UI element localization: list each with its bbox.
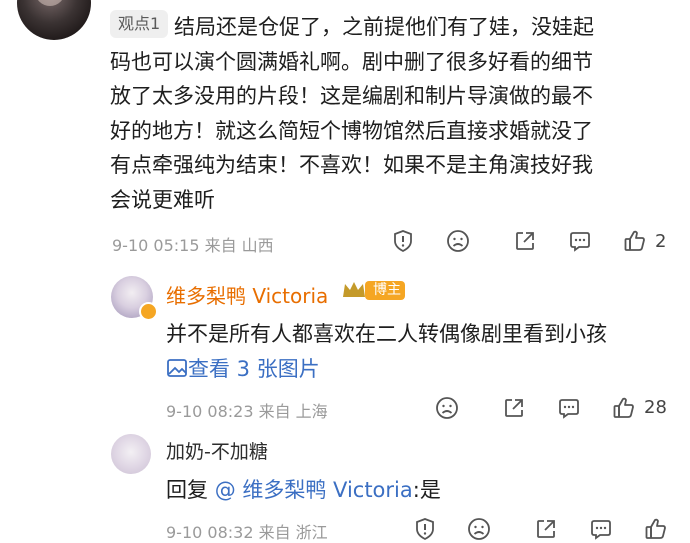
reply-username[interactable]: 维多梨鸭 Victoria	[166, 280, 328, 309]
share-icon[interactable]	[533, 516, 559, 542]
dislike-icon[interactable]	[466, 516, 492, 542]
report-icon[interactable]	[412, 516, 438, 542]
reply-username[interactable]: 加奶-不加糖	[166, 437, 268, 464]
image-icon	[166, 357, 188, 379]
dislike-icon[interactable]	[434, 395, 460, 421]
share-icon[interactable]	[512, 228, 538, 254]
avatar[interactable]	[17, 0, 91, 40]
comment-icon[interactable]	[556, 395, 582, 421]
dislike-icon[interactable]	[445, 228, 471, 254]
reply-text: 回复 @ 维多梨鸭 Victoria:是	[166, 478, 441, 502]
verified-badge-icon	[139, 302, 158, 321]
reply-meta: 9-10 08:32 来自 浙江	[166, 523, 328, 542]
comment-text: 结局还是仓促了，之前提他们有了娃，没娃起 码也可以演个圆满婚礼啊。剧中删了很多好…	[110, 15, 594, 212]
reply-meta: 9-10 08:23 来自 上海	[166, 402, 328, 421]
like-icon[interactable]	[622, 228, 648, 254]
report-icon[interactable]	[390, 228, 416, 254]
reply-text: 并不是所有人都喜欢在二人转偶像剧里看到小孩	[166, 322, 607, 346]
like-icon[interactable]	[643, 516, 669, 542]
comment-icon[interactable]	[588, 516, 614, 542]
like-icon[interactable]	[611, 395, 637, 421]
like-count: 2	[655, 231, 667, 252]
view-images-link[interactable]: 查看 3 张图片	[166, 353, 320, 383]
comment-meta: 9-10 05:15 来自 山西	[112, 236, 274, 255]
blogger-badge: 博主	[342, 279, 406, 302]
share-icon[interactable]	[501, 395, 527, 421]
comment-icon[interactable]	[567, 228, 593, 254]
like-count: 28	[644, 397, 667, 418]
avatar[interactable]	[111, 434, 151, 474]
mention-link[interactable]: @ 维多梨鸭 Victoria	[215, 478, 413, 502]
